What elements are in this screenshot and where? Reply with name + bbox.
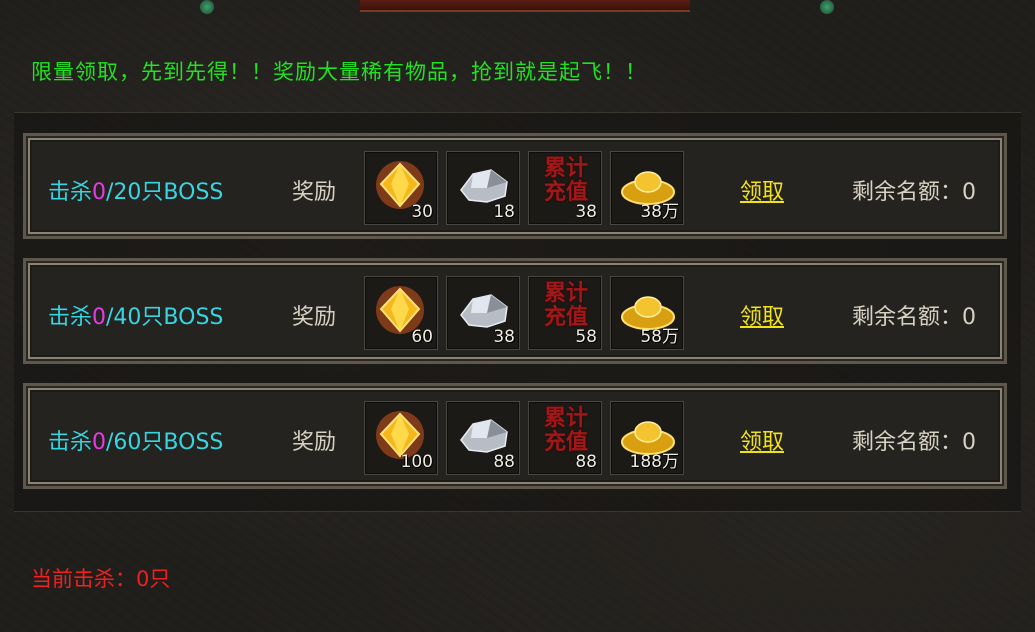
kill-progress: 击杀0/20只BOSS <box>48 180 224 205</box>
silver-ore-slot[interactable]: 18 <box>446 151 520 225</box>
reward-row: 击杀0/20只BOSS 奖励 30 18 累计充值 38 38万 领取 剩余名额… <box>23 133 1007 239</box>
gold-ingot-slot[interactable]: 188万 <box>610 401 684 475</box>
gold-ingot-slot[interactable]: 58万 <box>610 276 684 350</box>
kill-current: 0 <box>92 305 107 330</box>
reward-label: 奖励 <box>292 180 337 205</box>
notice-text: 限量领取，先到先得！！奖励大量稀有物品，抢到就是起飞！！ <box>31 60 647 84</box>
charge-slot[interactable]: 累计充值 38 <box>528 151 602 225</box>
reward-row: 击杀0/60只BOSS 奖励 100 88 累计充值 88 188万 领取 剩余… <box>23 383 1007 489</box>
silver-ore-slot[interactable]: 88 <box>446 401 520 475</box>
kill-current: 0 <box>92 430 107 455</box>
kill-current: 0 <box>92 180 107 205</box>
reward-label: 奖励 <box>292 305 337 330</box>
claim-button[interactable]: 领取 <box>740 424 784 456</box>
charge-slot[interactable]: 累计充值 58 <box>528 276 602 350</box>
charge-slot[interactable]: 累计充值 88 <box>528 401 602 475</box>
gold-gem-slot[interactable]: 60 <box>364 276 438 350</box>
claim-button[interactable]: 领取 <box>740 299 784 331</box>
top-ornament <box>0 0 1035 18</box>
charge-icon: 累计充值 <box>543 155 588 205</box>
current-kills: 当前击杀：0只 <box>31 567 171 591</box>
gold-ingot-slot[interactable]: 38万 <box>610 151 684 225</box>
kill-progress: 击杀0/60只BOSS <box>48 430 224 455</box>
claim-button[interactable]: 领取 <box>740 174 784 206</box>
kill-progress: 击杀0/40只BOSS <box>48 305 224 330</box>
charge-icon: 累计充值 <box>543 405 588 455</box>
reward-row: 击杀0/40只BOSS 奖励 60 38 累计充值 58 58万 领取 剩余名额… <box>23 258 1007 364</box>
silver-ore-slot[interactable]: 38 <box>446 276 520 350</box>
reward-label: 奖励 <box>292 430 337 455</box>
charge-icon: 累计充值 <box>543 280 588 330</box>
remaining-quota: 剩余名额：0 <box>852 305 976 330</box>
gold-gem-slot[interactable]: 100 <box>364 401 438 475</box>
gold-gem-slot[interactable]: 30 <box>364 151 438 225</box>
remaining-quota: 剩余名额：0 <box>852 430 976 455</box>
remaining-quota: 剩余名额：0 <box>852 180 976 205</box>
